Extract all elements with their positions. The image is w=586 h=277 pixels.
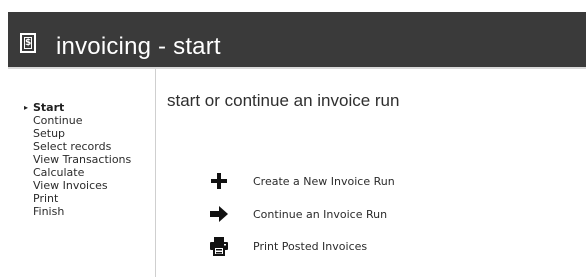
title-bar: $ invoicing - start xyxy=(8,12,586,69)
step-label: Finish xyxy=(33,205,65,218)
dollar-sign-glyph: $ xyxy=(24,37,32,49)
section-title: start or continue an invoice run xyxy=(167,91,400,110)
continue-invoice-run-button[interactable]: Continue an Invoice Run xyxy=(207,202,387,226)
page-title: invoicing - start xyxy=(56,33,221,60)
print-posted-invoices-button[interactable]: Print Posted Invoices xyxy=(207,234,367,258)
step-label: Calculate xyxy=(33,166,85,179)
action-label: Create a New Invoice Run xyxy=(253,174,395,188)
step-view-transactions[interactable]: View Transactions xyxy=(33,153,131,166)
step-label: Continue xyxy=(33,114,83,127)
step-label: View Transactions xyxy=(33,153,132,166)
step-continue[interactable]: Continue xyxy=(33,114,131,127)
printer-icon xyxy=(207,234,231,258)
step-start[interactable]: ▸ Start xyxy=(24,101,131,114)
arrow-right-icon xyxy=(207,202,231,226)
step-setup[interactable]: Setup xyxy=(33,127,131,140)
step-label: Setup xyxy=(33,127,66,140)
main-content: start or continue an invoice run Create … xyxy=(157,69,586,277)
step-select-records[interactable]: Select records xyxy=(33,140,131,153)
step-label: Start xyxy=(33,101,65,114)
step-print[interactable]: Print xyxy=(33,192,131,205)
step-label: Print xyxy=(33,192,59,205)
dollar-document-icon: $ xyxy=(20,33,36,53)
create-new-invoice-run-button[interactable]: Create a New Invoice Run xyxy=(207,169,395,193)
current-step-marker-icon: ▸ xyxy=(24,103,29,112)
step-finish[interactable]: Finish xyxy=(33,205,131,218)
step-calculate[interactable]: Calculate xyxy=(33,166,131,179)
wizard-steps-list: ▸ Start Continue Setup Select records Vi… xyxy=(24,101,131,218)
step-label: Select records xyxy=(33,140,112,153)
wizard-steps-sidebar: ▸ Start Continue Setup Select records Vi… xyxy=(8,69,156,277)
action-label: Print Posted Invoices xyxy=(253,239,368,253)
step-view-invoices[interactable]: View Invoices xyxy=(33,179,131,192)
action-label: Continue an Invoice Run xyxy=(253,207,388,221)
invoicing-window: $ invoicing - start ▸ Start Continue Set… xyxy=(0,0,586,277)
plus-icon xyxy=(207,169,231,193)
step-label: View Invoices xyxy=(33,179,108,192)
